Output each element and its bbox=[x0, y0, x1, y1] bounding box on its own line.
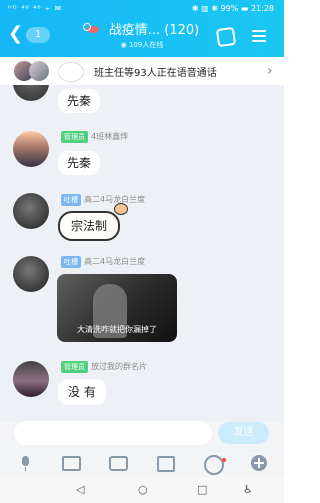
tucao-tag: 吐槽 bbox=[61, 194, 81, 206]
avatar[interactable] bbox=[13, 131, 49, 167]
accessibility-icon[interactable]: ♿ bbox=[243, 483, 253, 496]
sender-name: 高二4马龙白兰度 bbox=[84, 195, 146, 204]
nav-back-icon[interactable]: ◁ bbox=[76, 483, 84, 496]
status-bar: ᴴᴰ ⁴⁶ ⁴⁶ ⌁ ✉ ✱ ▥ ❋ 99% ▬ 21:28 bbox=[0, 0, 284, 18]
decorated-message-bubble[interactable]: 宗法制 bbox=[58, 211, 121, 241]
image-caption: 大清洗咋就把你漏掉了 bbox=[77, 325, 157, 334]
image-message[interactable]: 大清洗咋就把你漏掉了 bbox=[57, 274, 177, 342]
plus-icon[interactable] bbox=[251, 455, 267, 471]
tucao-tag: 吐槽 bbox=[61, 256, 81, 268]
voice-avatar bbox=[29, 61, 49, 81]
sender-name: 高二4马龙白兰度 bbox=[84, 257, 146, 266]
avatar[interactable] bbox=[13, 85, 49, 101]
image-icon[interactable] bbox=[62, 456, 81, 471]
status-right: ✱ ▥ ❋ 99% ▬ 21:28 bbox=[191, 4, 274, 13]
emoji-icon[interactable] bbox=[204, 455, 224, 475]
message-bubble[interactable]: 先秦 bbox=[58, 89, 101, 113]
chevron-right-icon: › bbox=[267, 63, 273, 79]
message-list[interactable]: 先秦 管理员 4班林鑫烨 先秦 吐槽 高二4马龙白兰度 宗法制 吐槽 高二4马龙白兰度… bbox=[0, 85, 284, 422]
qq-group-chat-screen: ᴴᴰ ⁴⁶ ⁴⁶ ⌁ ✉ ✱ ▥ ❋ 99% ▬ 21:28 ❮ 1 战疫情..… bbox=[0, 0, 284, 503]
admin-tag: 管理员 bbox=[61, 361, 88, 373]
online-count: ◉ 109人在线 bbox=[120, 41, 164, 49]
sender-name: 4班林鑫烨 bbox=[91, 132, 129, 141]
group-name: 战疫情... (120) bbox=[108, 23, 200, 38]
menu-line bbox=[252, 35, 266, 37]
avatar[interactable] bbox=[13, 361, 49, 397]
system-nav-bar: ◁ ○ □ ♿ bbox=[0, 477, 284, 503]
input-toolbar bbox=[0, 451, 284, 477]
new-dot bbox=[222, 458, 226, 462]
camera-icon[interactable] bbox=[109, 456, 128, 471]
menu-line bbox=[252, 30, 266, 32]
title-bar: ᴴᴰ ⁴⁶ ⁴⁶ ⌁ ✉ ✱ ▥ ❋ 99% ▬ 21:28 ❮ 1 战疫情..… bbox=[0, 0, 284, 57]
message-meta: 管理员 放过我的群名片 bbox=[61, 361, 147, 373]
message-meta: 吐槽 高二4马龙白兰度 bbox=[61, 194, 145, 206]
avatar[interactable] bbox=[13, 256, 49, 292]
group-app-icon[interactable] bbox=[215, 26, 237, 48]
status-left: ᴴᴰ ⁴⁶ ⁴⁶ ⌁ ✉ bbox=[8, 4, 63, 13]
sender-name: 放过我的群名片 bbox=[91, 362, 147, 371]
message-bubble[interactable]: 先秦 bbox=[58, 151, 101, 175]
admin-tag: 管理员 bbox=[61, 131, 88, 143]
avatar[interactable] bbox=[13, 193, 49, 229]
menu-icon[interactable] bbox=[252, 30, 266, 42]
voice-call-banner[interactable]: 班主任等93人正在语音通话 › bbox=[0, 57, 284, 86]
gift-icon[interactable] bbox=[157, 456, 175, 472]
microphone-icon[interactable] bbox=[17, 456, 35, 471]
message-text: 宗法制 bbox=[71, 219, 108, 233]
bubble-decoration-icon bbox=[114, 203, 128, 215]
message-bubble[interactable]: 没 有 bbox=[58, 379, 106, 405]
voice-call-text: 班主任等93人正在语音通话 bbox=[94, 68, 217, 79]
nav-home-icon[interactable]: ○ bbox=[138, 483, 148, 496]
message-input[interactable] bbox=[14, 421, 212, 445]
menu-line bbox=[252, 40, 266, 42]
nav-recent-icon[interactable]: □ bbox=[197, 483, 207, 496]
send-button[interactable]: 发送 bbox=[218, 422, 269, 444]
group-avatar-icon bbox=[82, 22, 105, 36]
message-meta: 管理员 4班林鑫烨 bbox=[61, 131, 128, 143]
rabbit-avatar-icon bbox=[58, 62, 84, 82]
chat-title[interactable]: 战疫情... (120) bbox=[0, 22, 284, 40]
message-meta: 吐槽 高二4马龙白兰度 bbox=[61, 256, 145, 268]
